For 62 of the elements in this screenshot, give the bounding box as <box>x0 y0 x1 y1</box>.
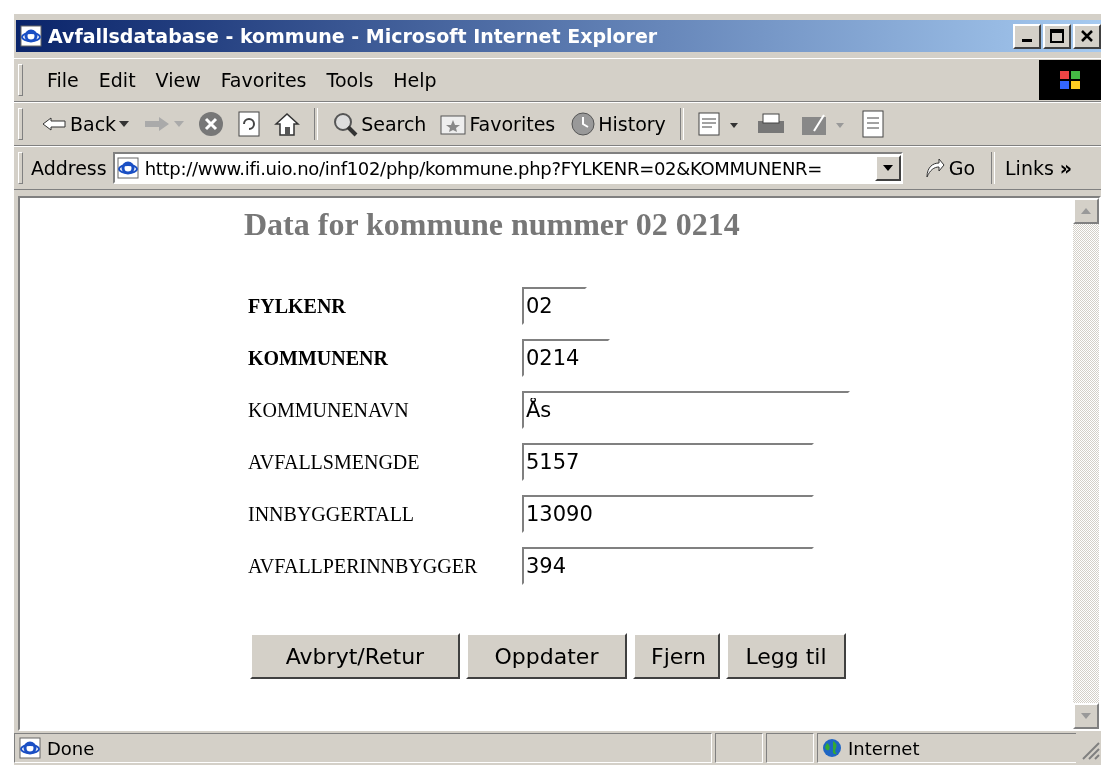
up-arrow-icon <box>1081 208 1091 214</box>
favorites-button[interactable]: Favorites <box>436 111 560 137</box>
page-icon <box>19 737 41 759</box>
links-button[interactable]: Links » <box>1005 157 1073 179</box>
form-button[interactable]: Avbryt/Retur <box>250 633 460 679</box>
caret-icon <box>882 165 893 171</box>
go-button[interactable]: Go <box>916 156 982 180</box>
scroll-up-button[interactable] <box>1073 198 1099 224</box>
text-field[interactable]: 02 <box>522 287 587 325</box>
menu-item[interactable]: Edit <box>88 67 146 93</box>
search-icon <box>332 111 359 137</box>
text-field[interactable]: 394 <box>522 547 814 585</box>
maximize-button[interactable] <box>1043 23 1071 49</box>
globe-icon <box>822 738 842 758</box>
maximize-icon <box>1050 29 1064 43</box>
search-button[interactable]: Search <box>328 109 431 139</box>
page-heading: Data for kommune nummer 02 0214 <box>244 206 741 243</box>
text-field[interactable]: 13090 <box>522 495 814 533</box>
minimize-button[interactable] <box>1013 23 1041 49</box>
windows-logo-icon <box>1058 69 1082 91</box>
menu-item[interactable]: Favorites <box>210 67 317 93</box>
scroll-down-button[interactable] <box>1073 703 1099 729</box>
page-icon <box>116 157 139 179</box>
down-arrow-icon <box>1081 713 1091 719</box>
menu-item[interactable]: File <box>37 67 89 93</box>
caret-icon <box>119 121 130 127</box>
form-button[interactable]: Legg til <box>726 633 846 679</box>
field-label: KOMMUNENR <box>248 346 389 370</box>
back-arrow-icon <box>41 116 67 132</box>
window-title: Avfallsdatabase - kommune - Microsoft Internet Explorer <box>48 25 659 47</box>
status-panel <box>766 733 814 763</box>
browser-logo-icon <box>20 25 42 47</box>
close-icon <box>1081 30 1093 42</box>
stop-icon[interactable] <box>198 111 225 137</box>
back-button[interactable]: Back <box>37 111 134 137</box>
zone-indicator: Internet <box>817 733 1076 763</box>
status-text: Done <box>14 733 712 763</box>
home-icon[interactable] <box>274 112 301 136</box>
menu-item[interactable]: View <box>145 67 211 93</box>
refresh-icon[interactable] <box>238 111 261 137</box>
document-icon[interactable] <box>861 110 884 138</box>
text-field[interactable]: 5157 <box>522 443 814 481</box>
printer-icon[interactable] <box>755 112 786 136</box>
minimize-icon <box>1022 38 1032 42</box>
caret-icon <box>174 121 185 127</box>
field-label: INNBYGGERTALL <box>248 502 416 526</box>
address-field[interactable]: http://www.ifi.uio.no/inf102/php/kommune.php?FYLKENR=02&KOMMUNENR= <box>112 152 903 184</box>
form-button[interactable]: Fjern <box>633 633 720 679</box>
form-button[interactable]: Oppdater <box>466 633 627 679</box>
dropdown-button[interactable] <box>874 155 901 181</box>
text-field[interactable]: Ås <box>522 391 850 429</box>
field-label: AVFALLPERINNBYGGER <box>248 554 479 578</box>
field-label: KOMMUNENAVN <box>248 398 410 422</box>
address-label: Address <box>31 157 107 179</box>
field-label: AVFALLSMENGDE <box>248 450 421 474</box>
menu-item[interactable]: Help <box>383 67 447 93</box>
close-button[interactable] <box>1073 23 1101 49</box>
field-label: FYLKENR <box>248 294 347 318</box>
history-button[interactable]: History <box>565 109 670 139</box>
menu-item[interactable]: Tools <box>316 67 384 93</box>
text-field[interactable]: 0214 <box>522 339 610 377</box>
status-panel <box>715 733 763 763</box>
